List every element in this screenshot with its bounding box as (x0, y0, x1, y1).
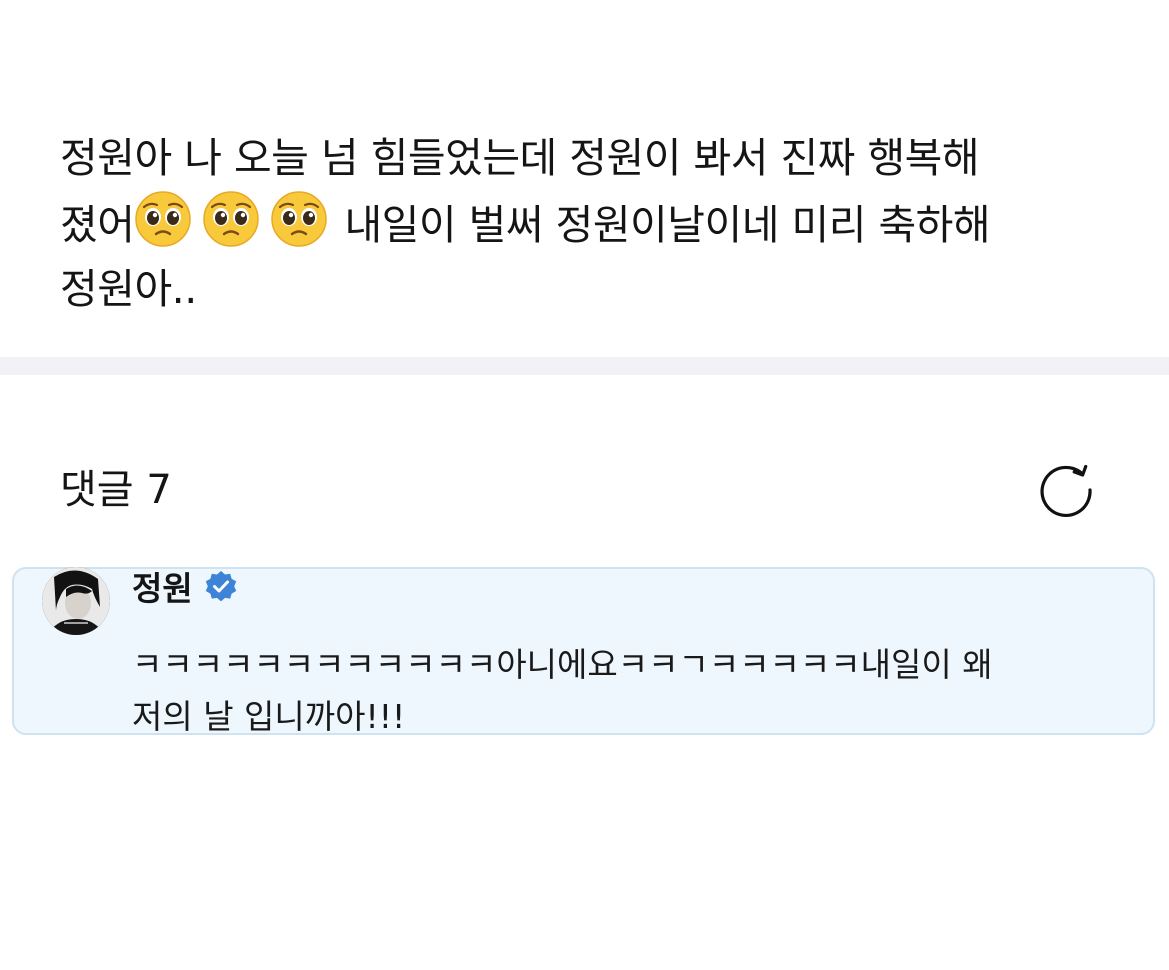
comment-text-line: ㅋㅋㅋㅋㅋㅋㅋㅋㅋㅋㅋㅋ아니에요ㅋㅋㄱㅋㅋㅋㅋㅋ내일이 왜 (132, 645, 993, 684)
comment-author: 정원 (132, 569, 239, 609)
post-line: 졌어 내일이 벌써 정원이날이네 미리 축하해 (60, 190, 1120, 257)
post-text: 내일이 벌써 정원이날이네 미리 축하해 (344, 201, 991, 249)
section-divider (0, 357, 1169, 375)
pleading-face-emoji-icon (134, 190, 192, 248)
emoji-group (134, 190, 328, 248)
post-line: 정원아.. (60, 265, 197, 313)
comment-text: ㅋㅋㅋㅋㅋㅋㅋㅋㅋㅋㅋㅋ아니에요ㅋㅋㄱㅋㅋㅋㅋㅋ내일이 왜 저의 날 입니까아!… (132, 639, 1132, 743)
comment-author-name[interactable]: 정원 (132, 569, 193, 609)
comment-text-line: 저의 날 입니까아!!! (132, 697, 406, 736)
post-page: 정원아 나 오늘 넘 힘들었는데 정원이 봐서 진짜 행복해 졌어 내일이 벌써… (0, 0, 1169, 970)
post-text: 졌어 (60, 201, 135, 249)
pleading-face-emoji-icon (270, 190, 328, 248)
avatar[interactable] (42, 567, 110, 635)
verified-badge-icon (203, 569, 239, 609)
post-body: 정원아 나 오늘 넘 힘들었는데 정원이 봐서 진짜 행복해 졌어 내일이 벌써… (60, 126, 1120, 321)
pleading-face-emoji-icon (202, 190, 260, 248)
refresh-icon (1040, 464, 1092, 518)
refresh-button[interactable] (1038, 462, 1098, 522)
comments-count-title: 댓글 7 (60, 467, 172, 513)
comments-header: 댓글 7 (60, 462, 1110, 522)
post-line: 정원아 나 오늘 넘 힘들었는데 정원이 봐서 진짜 행복해 (60, 134, 980, 182)
comment-card[interactable]: 정원 ㅋㅋㅋㅋㅋㅋㅋㅋㅋㅋㅋㅋ아니에요ㅋㅋㄱㅋㅋㅋㅋㅋ내일이 왜 저의 날 입니… (12, 567, 1155, 736)
